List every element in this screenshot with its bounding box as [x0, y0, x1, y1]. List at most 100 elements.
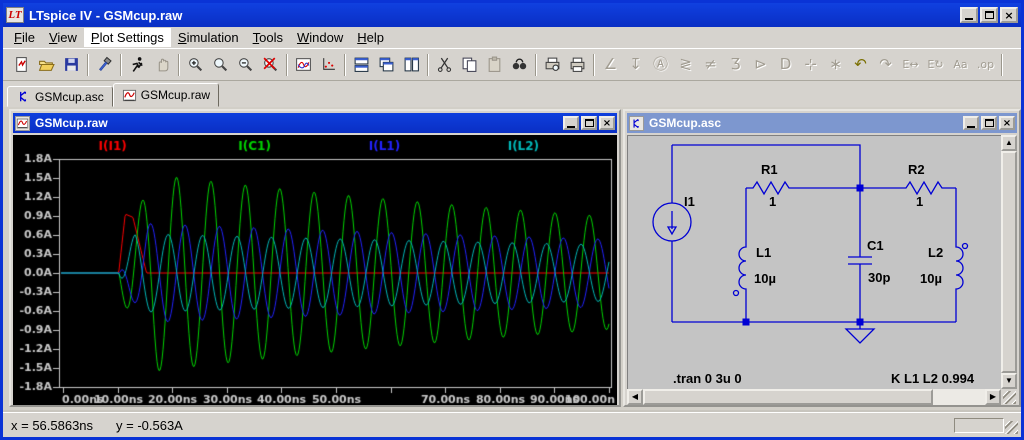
l2-ref-label[interactable]: L2: [928, 245, 943, 260]
schematic-icon: [20, 91, 27, 102]
zoom-out-button[interactable]: [233, 52, 258, 77]
print-icon: [569, 56, 586, 73]
zoom-box-button[interactable]: [208, 52, 233, 77]
capacitor-c1[interactable]: [848, 188, 872, 322]
cut-button[interactable]: [432, 52, 457, 77]
scroll-right-button[interactable]: ▶: [985, 389, 1001, 405]
zoom-in-button[interactable]: [183, 52, 208, 77]
cascade-button[interactable]: [374, 52, 399, 77]
inductor-icon: Ʒ: [730, 55, 741, 73]
junction-node: [856, 184, 864, 192]
c1-value-label[interactable]: 30p: [868, 270, 890, 285]
inductor-l2[interactable]: [955, 242, 964, 322]
c1-ref-label[interactable]: C1: [867, 238, 884, 253]
schematic-maximize-button[interactable]: [981, 116, 997, 130]
title-bar[interactable]: LT LTspice IV - GSMcup.raw ×: [3, 3, 1021, 27]
menu-plot-settings[interactable]: Plot Settings: [83, 28, 171, 47]
i1-ref-label[interactable]: I1: [684, 194, 695, 209]
minimize-button[interactable]: [960, 7, 978, 23]
window-resize-grip[interactable]: [1003, 391, 1016, 404]
resistor-button: ≷: [673, 52, 698, 77]
schematic-minimize-button[interactable]: [963, 116, 979, 130]
junction-node: [856, 318, 864, 326]
waveform-close-button[interactable]: ×: [599, 116, 615, 130]
close-button[interactable]: ×: [1000, 7, 1018, 23]
vertical-scroll-thumb[interactable]: [1001, 151, 1017, 373]
menu-tools[interactable]: Tools: [246, 28, 290, 47]
control-panel-button[interactable]: [92, 52, 117, 77]
tab-gsmcup-asc[interactable]: GSMcup.asc: [7, 86, 113, 107]
mark-points-button[interactable]: [316, 52, 341, 77]
schematic-close-button[interactable]: ×: [999, 116, 1015, 130]
save-button[interactable]: [59, 52, 84, 77]
run-button[interactable]: [125, 52, 150, 77]
menu-help[interactable]: Help: [350, 28, 391, 47]
undo-button[interactable]: ↶: [848, 52, 873, 77]
r2-ref-label[interactable]: R2: [908, 162, 925, 177]
open-button[interactable]: [34, 52, 59, 77]
wire-button: ∠: [598, 52, 623, 77]
tile-horizontal-icon: [353, 56, 370, 73]
zoom-extents-button[interactable]: [258, 52, 283, 77]
waveform-window-titlebar[interactable]: GSMcup.raw ×: [13, 113, 617, 133]
waveform-maximize-button[interactable]: [581, 116, 597, 130]
menu-window[interactable]: Window: [290, 28, 350, 47]
tile-vertical-button[interactable]: [399, 52, 424, 77]
menu-bar: File View Plot Settings Simulation Tools Wind…: [3, 27, 1021, 49]
app-resize-grip[interactable]: [1005, 421, 1018, 434]
horizontal-scroll-thumb[interactable]: [643, 389, 933, 405]
coupling-directive[interactable]: K L1 L2 0.994: [891, 371, 975, 386]
scroll-left-button[interactable]: ◀: [627, 389, 643, 405]
window-title: LTspice IV - GSMcup.raw: [29, 7, 183, 23]
run-icon: [129, 56, 146, 73]
tab-gsmcup-raw[interactable]: GSMcup.raw: [112, 83, 220, 107]
l1-ref-label[interactable]: L1: [756, 245, 771, 260]
redo-button: ↷: [873, 52, 898, 77]
waveform-window-title: GSMcup.raw: [35, 116, 108, 130]
schematic-canvas[interactable]: I1 R1 1 R2 1 L1 10µ C1 30p L2 10µ .tran …: [627, 135, 1001, 389]
cursor-y-readout: y = -0.563A: [116, 417, 183, 433]
net-label-icon: Ⓐ: [652, 55, 668, 73]
tran-directive[interactable]: .tran 0 3u 0: [673, 371, 742, 386]
rotate-button: E↻: [923, 52, 948, 77]
waveform-minimize-button[interactable]: [563, 116, 579, 130]
l1-phase-dot: [732, 289, 740, 297]
capacitor-icon: ≠: [704, 55, 717, 73]
resistor-r1[interactable]: [746, 180, 860, 196]
r1-value-label[interactable]: 1: [769, 194, 776, 209]
save-icon: [63, 56, 80, 73]
toolbar-separator: [286, 53, 288, 76]
scroll-down-button[interactable]: ▼: [1001, 373, 1017, 389]
find-icon: [511, 56, 528, 73]
l1-value-label[interactable]: 10µ: [754, 271, 776, 286]
mark-points-icon: [320, 56, 337, 73]
tile-horizontal-button[interactable]: [349, 52, 374, 77]
r1-ref-label[interactable]: R1: [761, 162, 778, 177]
horizontal-scrollbar[interactable]: ◀ ▶: [627, 389, 1001, 405]
menu-view[interactable]: View: [42, 28, 84, 47]
junction-node: [742, 318, 750, 326]
l2-value-label[interactable]: 10µ: [920, 271, 942, 286]
menu-simulation[interactable]: Simulation: [171, 28, 246, 47]
toolbar-separator: [427, 53, 429, 76]
maximize-button[interactable]: [980, 7, 998, 23]
scroll-up-button[interactable]: ▲: [1001, 135, 1017, 151]
minimize-icon: [967, 125, 975, 128]
waveform-plot[interactable]: [13, 135, 617, 405]
paste-icon: [486, 56, 503, 73]
copy-button[interactable]: [457, 52, 482, 77]
autorange-button[interactable]: [291, 52, 316, 77]
print-button[interactable]: [565, 52, 590, 77]
menu-file[interactable]: File: [7, 28, 42, 47]
resistor-r2[interactable]: [860, 180, 956, 196]
maximize-icon: [984, 119, 994, 127]
print-preview-button[interactable]: [540, 52, 565, 77]
zoom-extents-icon: [262, 56, 279, 73]
inductor-l1[interactable]: [738, 242, 747, 322]
find-button[interactable]: [507, 52, 532, 77]
vertical-scrollbar[interactable]: ▲ ▼: [1001, 135, 1017, 389]
schematic-window-titlebar[interactable]: GSMcup.asc ×: [627, 113, 1017, 133]
text-icon: Aa: [953, 58, 968, 71]
r2-value-label[interactable]: 1: [916, 194, 923, 209]
new-button[interactable]: [9, 52, 34, 77]
